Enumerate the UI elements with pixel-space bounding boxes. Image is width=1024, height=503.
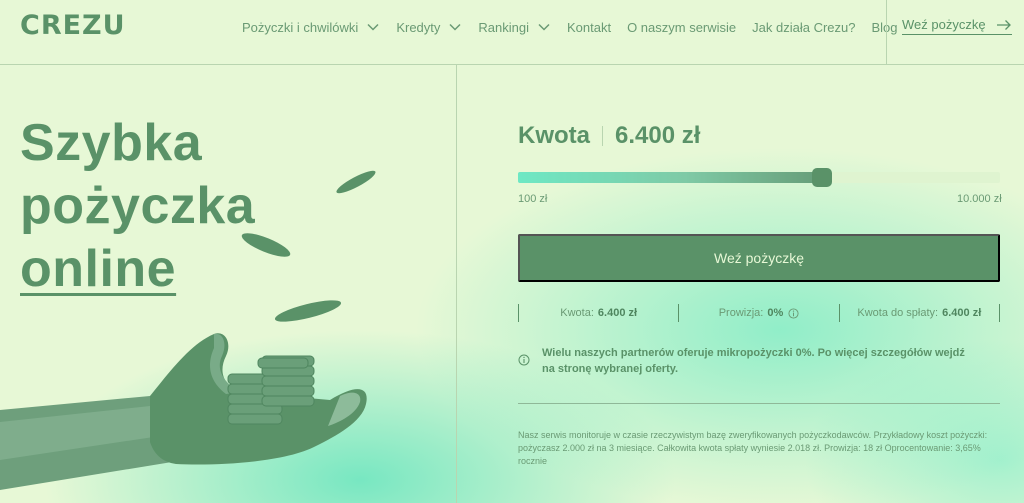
nav-item-rankingi[interactable]: Rankingi <box>478 18 551 36</box>
nav-item-blog[interactable]: Blog <box>871 18 897 36</box>
amount-separator <box>602 126 603 146</box>
amount-slider[interactable] <box>518 168 1000 187</box>
info-notice: Wielu naszych partnerów oferuje mikropoż… <box>518 345 1000 377</box>
take-loan-button[interactable]: Weź pożyczkę <box>518 234 1000 282</box>
slider-max-label: 10.000 zł <box>957 193 1002 205</box>
amount-value: 6.400 zł <box>615 122 701 149</box>
slider-fill <box>518 172 822 183</box>
summary-amount: Kwota: 6.400 zł <box>518 304 678 322</box>
nav-item-kontakt[interactable]: Kontakt <box>567 18 611 36</box>
arrow-right-icon <box>996 19 1011 30</box>
nav-item-o-serwisie[interactable]: O naszym serwisie <box>627 18 736 36</box>
summary-repayment: Kwota do spłaty: 6.400 zł <box>838 304 1000 322</box>
disclaimer-text: Nasz serwis monitoruje w czasie rzeczywi… <box>518 430 988 466</box>
chevron-down-icon <box>449 23 461 31</box>
divider-line <box>518 403 1000 404</box>
slider-min-label: 100 zł <box>518 193 548 205</box>
summary-fee: Prowizja: 0% <box>678 304 838 322</box>
slider-thumb[interactable] <box>812 168 832 187</box>
hand-with-coins-illustration <box>0 170 376 490</box>
chevron-down-icon <box>538 23 550 31</box>
header-divider <box>886 0 887 65</box>
site-header: CREZU Pożyczki i chwilówki Kredyty Ranki… <box>0 0 1024 65</box>
header-loan-link[interactable]: Weź pożyczkę <box>902 17 1012 35</box>
nav-item-pozyczki[interactable]: Pożyczki i chwilówki <box>242 18 380 36</box>
info-icon[interactable] <box>788 307 799 319</box>
amount-heading: Kwota 6.400 zł <box>518 122 700 150</box>
chevron-down-icon <box>367 23 379 31</box>
info-icon <box>518 354 530 366</box>
nav-item-jak-dziala[interactable]: Jak działa Crezu? <box>752 18 855 36</box>
logo[interactable]: CREZU <box>20 10 126 41</box>
main-nav: Pożyczki i chwilówki Kredyty Rankingi Ko… <box>242 18 914 36</box>
notice-text: Wielu naszych partnerów oferuje mikropoż… <box>542 347 965 375</box>
section-divider <box>456 65 457 503</box>
amount-label: Kwota <box>518 122 590 149</box>
nav-item-kredyty[interactable]: Kredyty <box>396 18 462 36</box>
loan-summary: Kwota: 6.400 zł Prowizja: 0% Kwota do sp… <box>518 304 1000 322</box>
